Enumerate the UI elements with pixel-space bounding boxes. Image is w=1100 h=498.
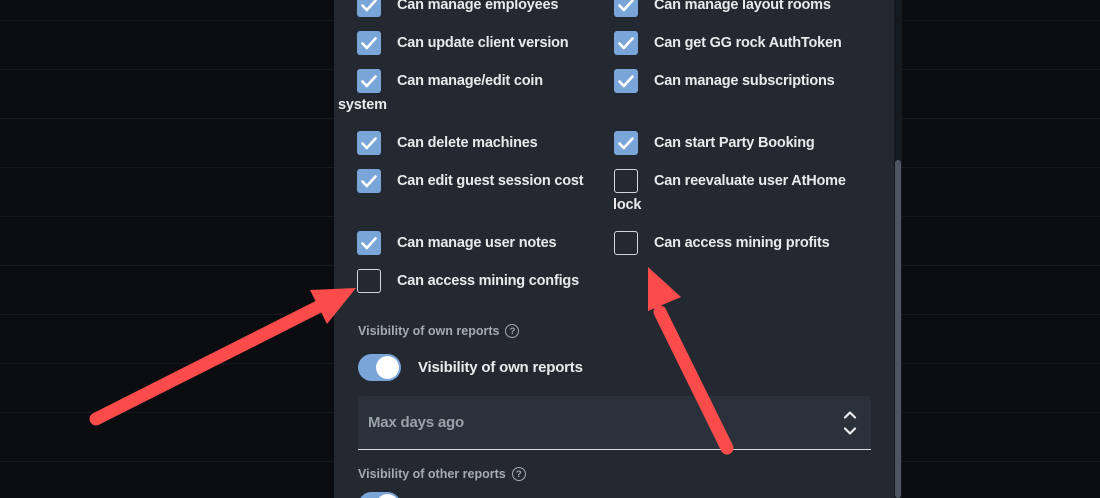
checkbox-unchecked-icon[interactable] [614, 169, 638, 193]
permission-label: Can edit guest session cost [397, 173, 584, 189]
permission-label: Can delete machines [397, 135, 538, 151]
own-reports-section-label: Visibility of own reports ? [358, 324, 870, 338]
checkbox-checked-icon[interactable] [614, 131, 638, 155]
max-days-ago-placeholder: Max days ago [368, 414, 464, 431]
permission-can-manage-subscriptions[interactable]: Can manage subscriptions [613, 69, 870, 93]
toggle-knob [376, 356, 399, 379]
permission-can-access-mining-configs[interactable]: Can access mining configs [338, 269, 613, 293]
permission-can-manage-user-notes[interactable]: Can manage user notes [338, 231, 613, 255]
permission-can-edit-guest-session-cost[interactable]: Can edit guest session cost [338, 169, 613, 193]
permission-can-update-client-version[interactable]: Can update client version [338, 31, 613, 55]
own-reports-toggle[interactable] [358, 354, 401, 381]
number-stepper [842, 396, 858, 449]
checkbox-checked-icon[interactable] [614, 31, 638, 55]
permission-can-access-mining-profits[interactable]: Can access mining profits [613, 231, 870, 255]
checkbox-checked-icon[interactable] [357, 69, 381, 93]
own-reports-section-text: Visibility of own reports [358, 324, 500, 338]
permission-label: Can start Party Booking [654, 135, 815, 151]
scrollbar-thumb[interactable] [895, 160, 901, 498]
max-days-ago-input[interactable]: Max days ago [358, 396, 871, 450]
checkbox-checked-icon[interactable] [357, 169, 381, 193]
own-reports-toggle-row: Visibility of own reports [358, 354, 870, 381]
checkbox-checked-icon[interactable] [357, 0, 381, 17]
permission-label: Can access mining profits [654, 235, 830, 251]
permission-can-reevaluate-user-athome-lock[interactable]: Can reevaluate user AtHome lock [613, 169, 855, 217]
permission-label: Can manage subscriptions [654, 73, 835, 89]
permission-label: Can reevaluate user AtHome lock [613, 173, 846, 213]
checkbox-unchecked-icon[interactable] [357, 269, 381, 293]
checkbox-checked-icon[interactable] [614, 69, 638, 93]
chevron-down-icon[interactable] [842, 426, 858, 435]
permission-can-get-gg-rock-authtoken[interactable]: Can get GG rock AuthToken [613, 31, 870, 55]
permission-can-manage-employees[interactable]: Can manage employees [338, 0, 613, 17]
other-reports-section-label: Visibility of other reports ? [358, 467, 870, 481]
checkbox-checked-icon[interactable] [357, 231, 381, 255]
help-icon[interactable]: ? [511, 467, 526, 481]
permission-label: Can manage user notes [397, 235, 557, 251]
other-reports-toggle[interactable] [358, 492, 401, 498]
permission-can-start-party-booking[interactable]: Can start Party Booking [613, 131, 870, 155]
permission-label: Can manage layout rooms [654, 0, 831, 13]
toggle-knob [376, 494, 399, 498]
permission-can-delete-machines[interactable]: Can delete machines [338, 131, 613, 155]
help-icon[interactable]: ? [505, 324, 520, 338]
permission-can-manage-edit-coin-system[interactable]: Can manage/edit coin system [338, 69, 570, 117]
page-background: Can manage employees Can manage layout r… [0, 0, 1100, 498]
permissions-panel: Can manage employees Can manage layout r… [334, 0, 894, 498]
checkbox-checked-icon[interactable] [614, 0, 638, 17]
permissions-grid: Can manage employees Can manage layout r… [338, 0, 870, 293]
scrollbar-track[interactable] [894, 0, 902, 498]
permission-label: Can access mining configs [397, 273, 579, 289]
checkbox-unchecked-icon[interactable] [614, 231, 638, 255]
checkbox-checked-icon[interactable] [357, 131, 381, 155]
permission-can-manage-layout-rooms[interactable]: Can manage layout rooms [613, 0, 870, 17]
chevron-up-icon[interactable] [842, 410, 858, 419]
other-reports-section-text: Visibility of other reports [358, 467, 506, 481]
permission-label: Can get GG rock AuthToken [654, 35, 842, 51]
own-reports-toggle-label: Visibility of own reports [418, 359, 583, 376]
permission-label: Can manage employees [397, 0, 559, 13]
permission-label: Can update client version [397, 35, 569, 51]
checkbox-checked-icon[interactable] [357, 31, 381, 55]
